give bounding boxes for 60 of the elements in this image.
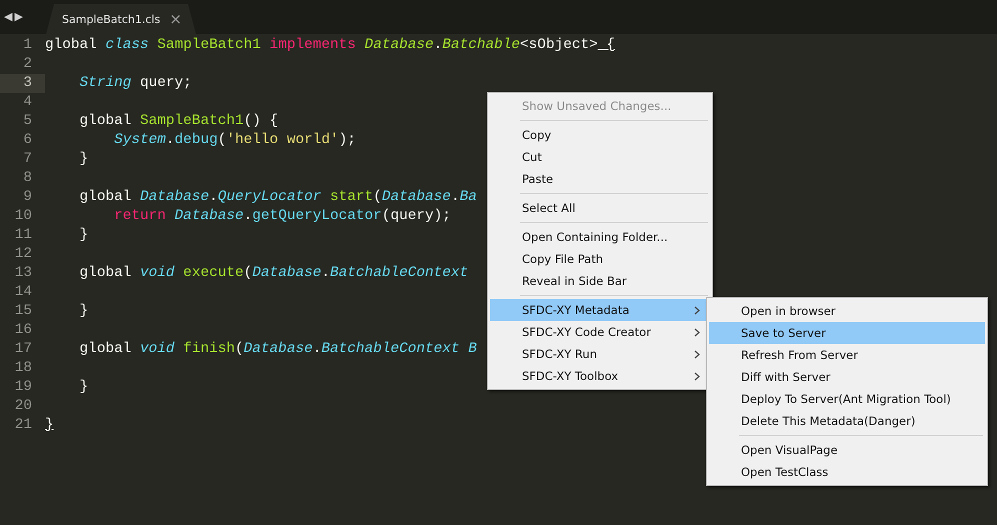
chevron-right-icon (694, 306, 700, 314)
menu-item[interactable]: Delete This Metadata(Danger) (709, 410, 985, 432)
code-line: global SampleBatch1() { (78, 112, 278, 131)
line-number: 16 (14, 321, 33, 340)
line-number: 17 (14, 340, 33, 359)
menu-item[interactable]: Refresh From Server (709, 344, 985, 366)
menu-item[interactable]: Cut (490, 146, 710, 168)
line-number: 8 (22, 169, 33, 188)
menu-item[interactable]: Paste (490, 168, 710, 190)
line-number: 5 (22, 112, 33, 131)
menu-item[interactable]: SFDC-XY Toolbox (490, 365, 710, 387)
line-number: 13 (14, 264, 33, 283)
menu-item[interactable]: Deploy To Server(Ant Migration Tool) (709, 388, 985, 410)
line-number: 3 (0, 74, 45, 93)
code-line: System.debug('hello world'); (113, 131, 356, 150)
menu-item[interactable]: Open Containing Folder... (490, 226, 710, 248)
line-number: 18 (14, 359, 33, 378)
chevron-right-icon (694, 328, 700, 336)
line-number: 21 (14, 416, 33, 435)
line-number: 19 (14, 378, 33, 397)
forward-arrow-icon[interactable]: ▶ (14, 10, 23, 24)
code-line: } (78, 302, 88, 321)
code-line: } (78, 378, 88, 397)
chevron-right-icon (694, 350, 700, 358)
code-line: String query; (78, 74, 192, 93)
menu-item[interactable]: SFDC-XY Code Creator (490, 321, 710, 343)
line-number: 12 (14, 245, 33, 264)
line-number: 10 (14, 207, 33, 226)
menu-item[interactable]: Open in browser (709, 300, 985, 322)
line-number: 1 (22, 36, 33, 55)
line-number: 20 (14, 397, 33, 416)
code-line: return Database.getQueryLocator(query); (113, 207, 451, 226)
close-icon[interactable]: × (169, 12, 182, 26)
back-arrow-icon[interactable]: ◀ (4, 10, 12, 24)
line-number: 15 (14, 302, 33, 321)
menu-item[interactable]: Diff with Server (709, 366, 985, 388)
code-line: global Database.QueryLocator start(Database.Ba (78, 188, 477, 207)
menu-item[interactable]: Copy (490, 124, 710, 146)
menu-item[interactable]: Reveal in Side Bar (490, 270, 710, 292)
code-line: global void execute(Database.BatchableContext (78, 264, 468, 283)
line-number: 14 (14, 283, 33, 302)
code-line: } (78, 150, 88, 169)
line-number: 6 (22, 131, 33, 150)
menu-item[interactable]: Copy File Path (490, 248, 710, 270)
line-number: 9 (22, 188, 33, 207)
code-line: global class SampleBatch1 implements Database.Batchable<sObject> { (45, 36, 616, 55)
menu-item[interactable]: SFDC-XY Run (490, 343, 710, 365)
line-number: 2 (22, 55, 33, 74)
file-tab[interactable]: SampleBatch1.cls × (46, 4, 196, 34)
code-line: global void finish(Database.BatchableContext B (78, 340, 477, 359)
menu-item[interactable]: Open TestClass (709, 461, 985, 483)
menu-item[interactable]: Select All (490, 197, 710, 219)
code-line: } (45, 416, 54, 435)
code-line: } (78, 226, 88, 245)
menu-item[interactable]: Save to Server (709, 322, 985, 344)
line-number: 11 (14, 226, 33, 245)
chevron-right-icon (694, 372, 700, 380)
line-number: 7 (22, 150, 33, 169)
menu-item[interactable]: Open VisualPage (709, 439, 985, 461)
line-number: 4 (22, 93, 33, 112)
